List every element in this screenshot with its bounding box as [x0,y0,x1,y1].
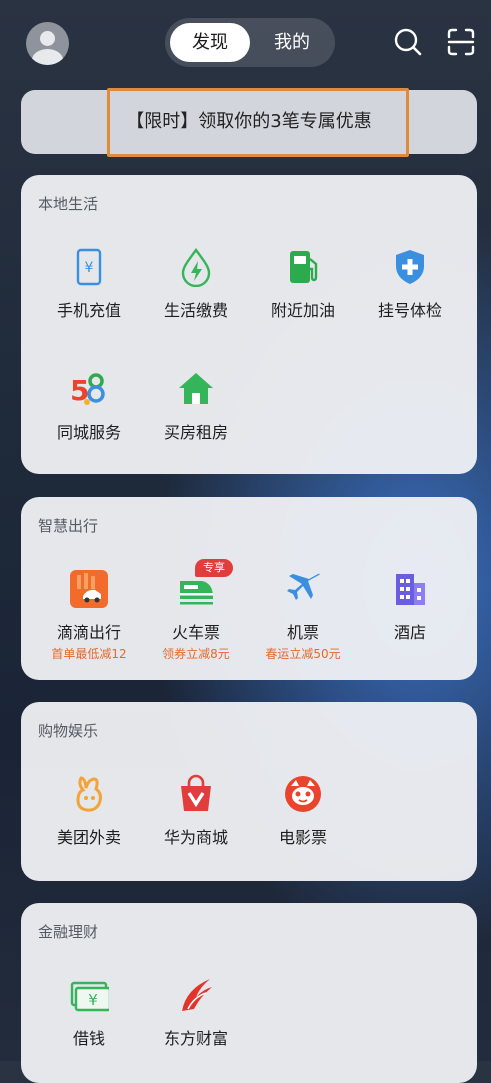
eastmoney-icon [176,975,216,1015]
item-label: 生活缴费 [163,301,228,320]
item-huawei-store[interactable]: 华为商城 [139,774,253,854]
section-local-life: 本地生活 ¥ 手机充值 生活缴费 附近加油 挂号体检 5 同城服务 买房租房 [21,175,477,474]
house-icon [176,369,216,409]
section-smart-travel: 智慧出行 滴滴出行 首单最低减12 火车票 领券立减8元 专享 机票 春运立减5… [21,497,477,680]
item-movie-ticket[interactable]: 电影票 [246,774,360,854]
item-promo: 春运立减50元 [265,647,341,661]
avatar[interactable] [26,22,69,65]
svg-text:¥: ¥ [85,260,94,276]
search-icon[interactable] [392,26,424,58]
shopping-bag-icon [176,774,216,814]
item-label: 手机充值 [56,301,121,320]
tab-switcher: 发现 我的 [165,18,335,67]
item-borrow[interactable]: ¥ 借钱 [32,975,146,1055]
item-label: 东方财富 [163,1029,228,1048]
item-label: 酒店 [393,623,426,642]
item-flight[interactable]: 机票 春运立减50元 [246,569,360,669]
item-didi[interactable]: 滴滴出行 首单最低减12 [32,569,146,669]
exclusive-badge: 专享 [195,559,233,577]
item-utility-payment[interactable]: 生活缴费 [139,247,253,327]
hotel-building-icon [390,569,430,609]
item-hotel[interactable]: 酒店 [353,569,467,669]
tab-mine[interactable]: 我的 [253,23,331,62]
item-house[interactable]: 买房租房 [139,369,253,449]
airplane-icon [283,569,323,609]
phone-recharge-icon: ¥ [69,247,109,287]
item-label: 华为商城 [163,828,228,847]
item-gas-station[interactable]: 附近加油 [246,247,360,327]
item-label: 火车票 [171,623,220,642]
section-shopping-entertainment: 购物娱乐 美团外卖 华为商城 电影票 [21,702,477,881]
item-meituan[interactable]: 美团外卖 [32,774,146,854]
item-eastmoney[interactable]: 东方财富 [139,975,253,1055]
item-label: 买房租房 [163,423,228,442]
scan-icon[interactable] [445,26,477,58]
section-title: 金融理财 [38,923,99,941]
item-label: 借钱 [72,1029,105,1048]
item-label: 滴滴出行 [56,623,121,642]
top-bar: 发现 我的 [0,0,491,88]
section-title: 购物娱乐 [38,722,99,740]
item-city-service[interactable]: 5 同城服务 [32,369,146,449]
item-train[interactable]: 火车票 领券立减8元 [139,569,253,669]
gas-station-icon [283,247,323,287]
cash-icon: ¥ [69,975,112,1015]
didi-icon [69,569,109,609]
item-medical[interactable]: 挂号体检 [353,247,467,327]
58-logo-icon: 5 [69,369,109,409]
svg-text:¥: ¥ [88,991,98,1009]
banner-highlight-frame [107,88,409,157]
item-label: 挂号体检 [377,301,442,320]
item-promo: 首单最低减12 [51,647,127,661]
tab-discover[interactable]: 发现 [170,23,250,62]
item-label: 机票 [286,623,319,642]
item-promo: 领券立减8元 [162,647,230,661]
movie-cat-icon [283,774,323,814]
item-label: 美团外卖 [56,828,121,847]
section-title: 本地生活 [38,195,99,213]
item-phone-recharge[interactable]: ¥ 手机充值 [32,247,146,327]
avatar-body-shape [32,49,63,65]
section-title: 智慧出行 [38,517,99,535]
section-finance: 金融理财 ¥ 借钱 东方财富 [21,903,477,1083]
meituan-icon [69,774,109,814]
item-label: 同城服务 [56,423,121,442]
medical-shield-icon [390,247,430,287]
item-label: 附近加油 [270,301,335,320]
item-label: 电影票 [278,828,327,847]
avatar-head-shape [40,31,55,46]
utility-payment-icon [176,247,216,288]
